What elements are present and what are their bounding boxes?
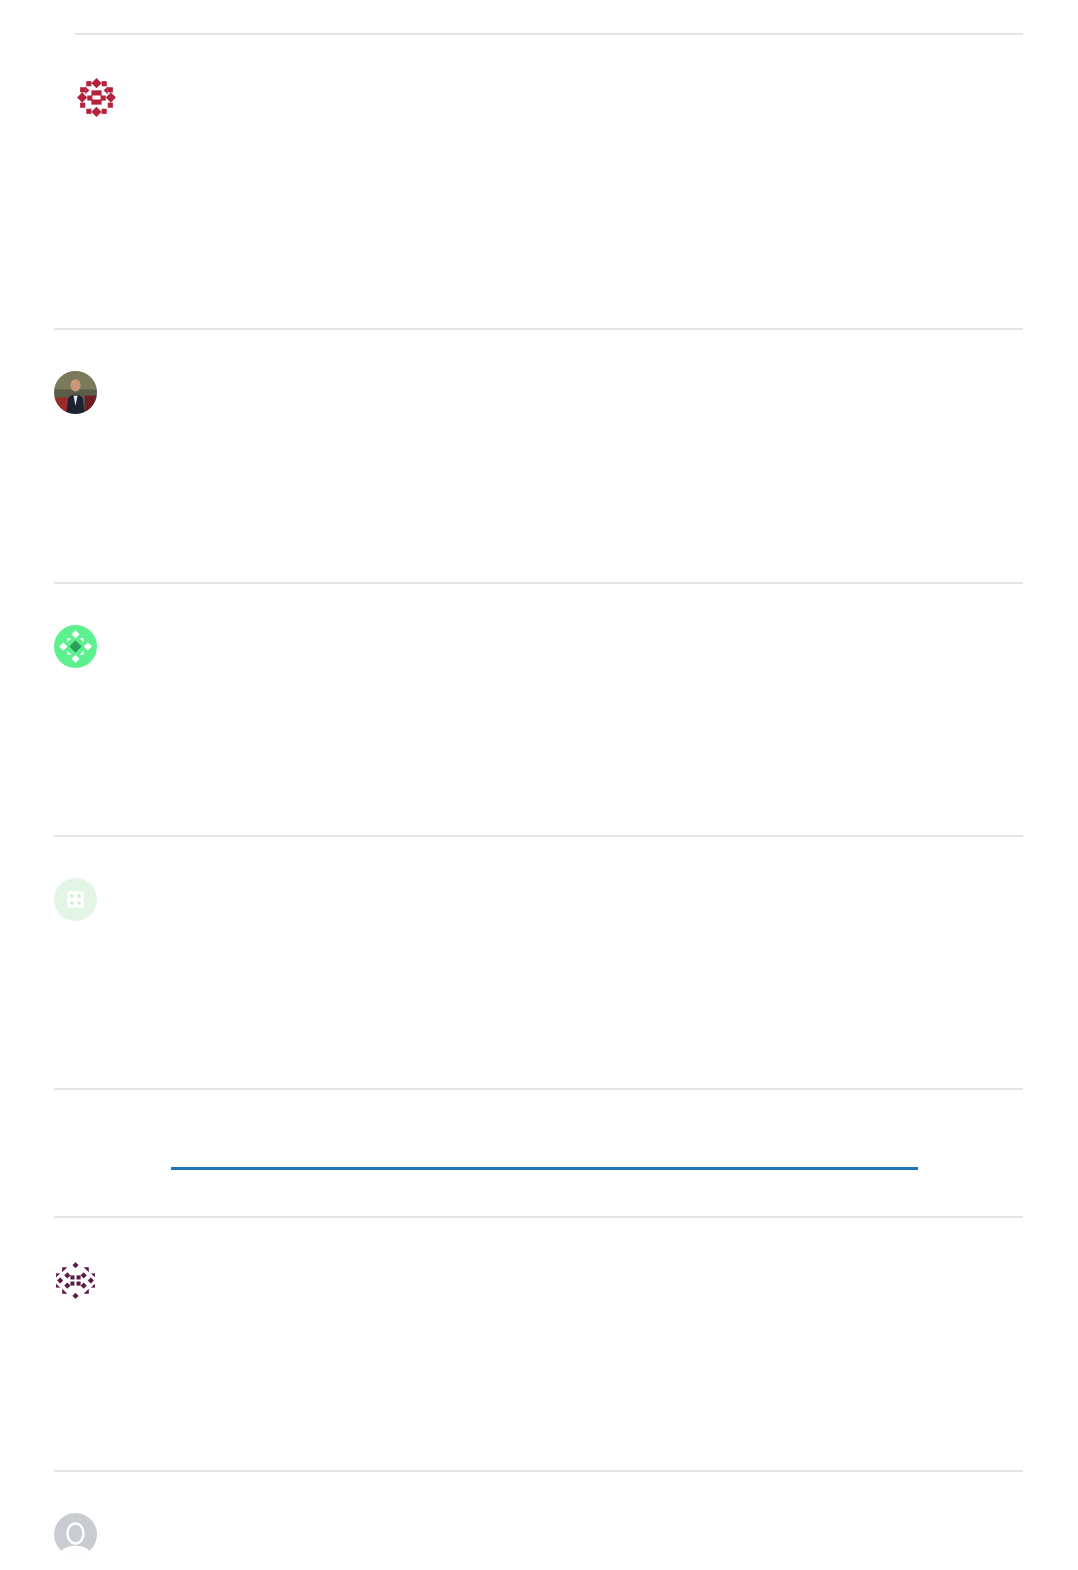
user-photo-icon bbox=[54, 371, 97, 414]
user-avatar-identicon[interactable] bbox=[75, 76, 118, 119]
divider-top bbox=[75, 33, 1023, 35]
user-avatar-identicon[interactable] bbox=[54, 878, 97, 921]
identicon-icon bbox=[54, 625, 97, 668]
comment-divider bbox=[54, 1088, 1023, 1090]
comment-divider bbox=[54, 1216, 1023, 1218]
load-more-comments-link[interactable] bbox=[171, 1167, 918, 1170]
comment-divider bbox=[54, 582, 1023, 584]
user-avatar-photo[interactable] bbox=[54, 371, 97, 414]
comment-divider bbox=[54, 835, 1023, 837]
user-avatar-default[interactable] bbox=[54, 1513, 97, 1556]
comment-divider bbox=[54, 328, 1023, 330]
identicon-icon bbox=[54, 1259, 97, 1302]
identicon-icon bbox=[54, 878, 97, 921]
user-avatar-identicon[interactable] bbox=[54, 1259, 97, 1302]
default-user-icon bbox=[54, 1513, 97, 1556]
comment-divider bbox=[54, 1470, 1023, 1472]
identicon-icon bbox=[77, 78, 116, 117]
user-avatar-identicon[interactable] bbox=[54, 625, 97, 668]
